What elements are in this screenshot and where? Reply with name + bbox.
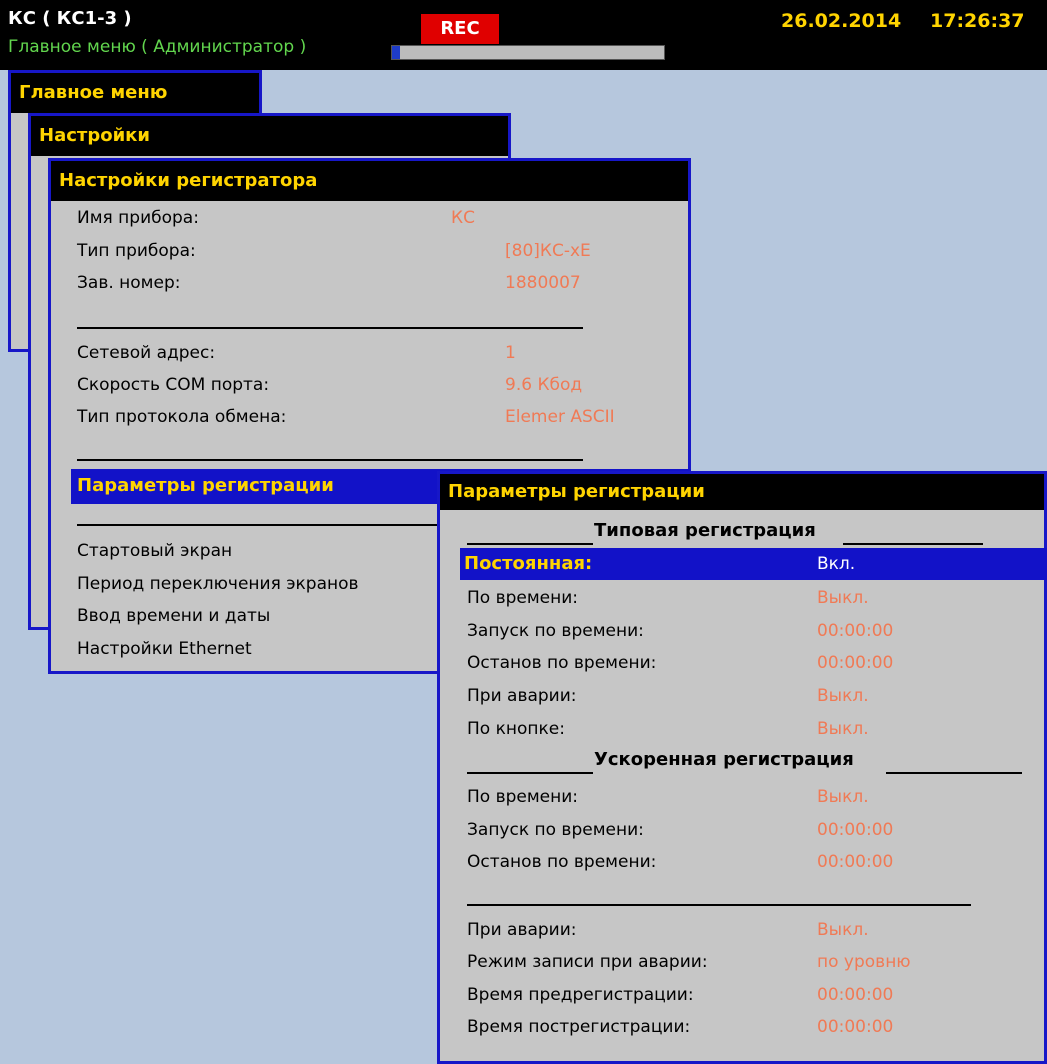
protocol-value: Elemer ASCII <box>505 407 615 427</box>
accel-start-by-time-label[interactable]: Запуск по времени: <box>467 820 644 840</box>
accel-stop-by-time-label[interactable]: Останов по времени: <box>467 852 656 872</box>
start-by-time-value: 00:00:00 <box>817 621 894 641</box>
registration-params-panel: Параметры регистрации Типовая регистраци… <box>437 471 1047 1064</box>
post-registration-time-label[interactable]: Время пострегистрации: <box>467 1017 690 1037</box>
net-address-row[interactable]: Сетевой адрес: <box>77 343 215 363</box>
menu-item-start-screen[interactable]: Стартовый экран <box>77 541 232 561</box>
section-line-left <box>467 543 593 545</box>
menu-item-screen-period[interactable]: Период переключения экранов <box>77 574 359 594</box>
section-line-left <box>467 772 593 774</box>
protocol-label: Тип протокола обмена: <box>77 407 287 427</box>
divider <box>77 459 583 461</box>
accel-by-time-label[interactable]: По времени: <box>467 787 578 807</box>
on-alarm-value: Выкл. <box>817 686 869 706</box>
divider <box>77 327 583 329</box>
by-button-value: Выкл. <box>817 719 869 739</box>
progress-bar <box>391 45 665 60</box>
serial-number-label: Зав. номер: <box>77 273 181 293</box>
section-line-right <box>843 543 983 545</box>
accel-by-time-value: Выкл. <box>817 787 869 807</box>
time-display: 17:26:37 <box>930 10 1025 32</box>
net-address-value: 1 <box>505 343 516 363</box>
device-name-value: КС <box>451 208 475 228</box>
alarm-record-mode-value: по уровню <box>817 952 911 972</box>
alarm-value: Выкл. <box>817 920 869 940</box>
protocol-row[interactable]: Тип протокола обмена: <box>77 407 286 427</box>
accel-start-by-time-value: 00:00:00 <box>817 820 894 840</box>
serial-number-row[interactable]: Зав. номер: <box>77 273 180 293</box>
menu-item-ethernet[interactable]: Настройки Ethernet <box>77 639 252 659</box>
main-menu-title: Главное меню <box>11 73 259 113</box>
recorder-settings-title: Настройки регистратора <box>51 161 688 201</box>
progress-fill <box>392 46 401 59</box>
date-display: 26.02.2014 <box>781 10 902 32</box>
device-type-label: Тип прибора: <box>77 241 196 261</box>
serial-number-value: 1880007 <box>505 273 581 293</box>
settings-title: Настройки <box>31 116 508 156</box>
device-type-row[interactable]: Тип прибора: <box>77 241 196 261</box>
stop-by-time-value: 00:00:00 <box>817 653 894 673</box>
on-alarm-label[interactable]: При аварии: <box>467 686 577 706</box>
com-speed-label: Скорость COM порта: <box>77 375 270 395</box>
by-time-label[interactable]: По времени: <box>467 588 578 608</box>
device-type-value: [80]КС-xE <box>505 241 591 261</box>
net-address-label: Сетевой адрес: <box>77 343 216 363</box>
accel-stop-by-time-value: 00:00:00 <box>817 852 894 872</box>
pre-registration-time-label[interactable]: Время предрегистрации: <box>467 985 694 1005</box>
post-registration-time-value: 00:00:00 <box>817 1017 894 1037</box>
rec-indicator: REC <box>421 14 499 44</box>
registration-params-label: Параметры регистрации <box>77 475 334 496</box>
alarm-record-mode-label[interactable]: Режим записи при аварии: <box>467 952 708 972</box>
alarm-label[interactable]: При аварии: <box>467 920 577 940</box>
menu-item-date-time[interactable]: Ввод времени и даты <box>77 606 270 626</box>
status-bar: КС ( КС1-3 ) Главное меню ( Администрато… <box>0 0 1047 70</box>
stop-by-time-label[interactable]: Останов по времени: <box>467 653 656 673</box>
device-name-label: Имя прибора: <box>77 208 199 228</box>
constant-registration-row[interactable]: Постоянная: Вкл. <box>460 548 1047 580</box>
section-line-right <box>886 772 1022 774</box>
typical-section-heading: Типовая регистрация <box>594 520 816 541</box>
com-speed-row[interactable]: Скорость COM порта: <box>77 375 269 395</box>
com-speed-value: 9.6 Кбод <box>505 375 583 395</box>
constant-registration-label: Постоянная: <box>464 553 593 574</box>
divider <box>467 904 971 906</box>
by-button-label[interactable]: По кнопке: <box>467 719 565 739</box>
device-name-row[interactable]: Имя прибора: <box>77 208 199 228</box>
pre-registration-time-value: 00:00:00 <box>817 985 894 1005</box>
accelerated-section-heading: Ускоренная регистрация <box>594 749 854 770</box>
menu-path-subtitle: Главное меню ( Администратор ) <box>8 37 307 57</box>
registration-params-title: Параметры регистрации <box>440 474 1044 510</box>
by-time-value: Выкл. <box>817 588 869 608</box>
start-by-time-label[interactable]: Запуск по времени: <box>467 621 644 641</box>
device-title: КС ( КС1-3 ) <box>8 8 132 29</box>
constant-registration-value: Вкл. <box>817 554 856 574</box>
